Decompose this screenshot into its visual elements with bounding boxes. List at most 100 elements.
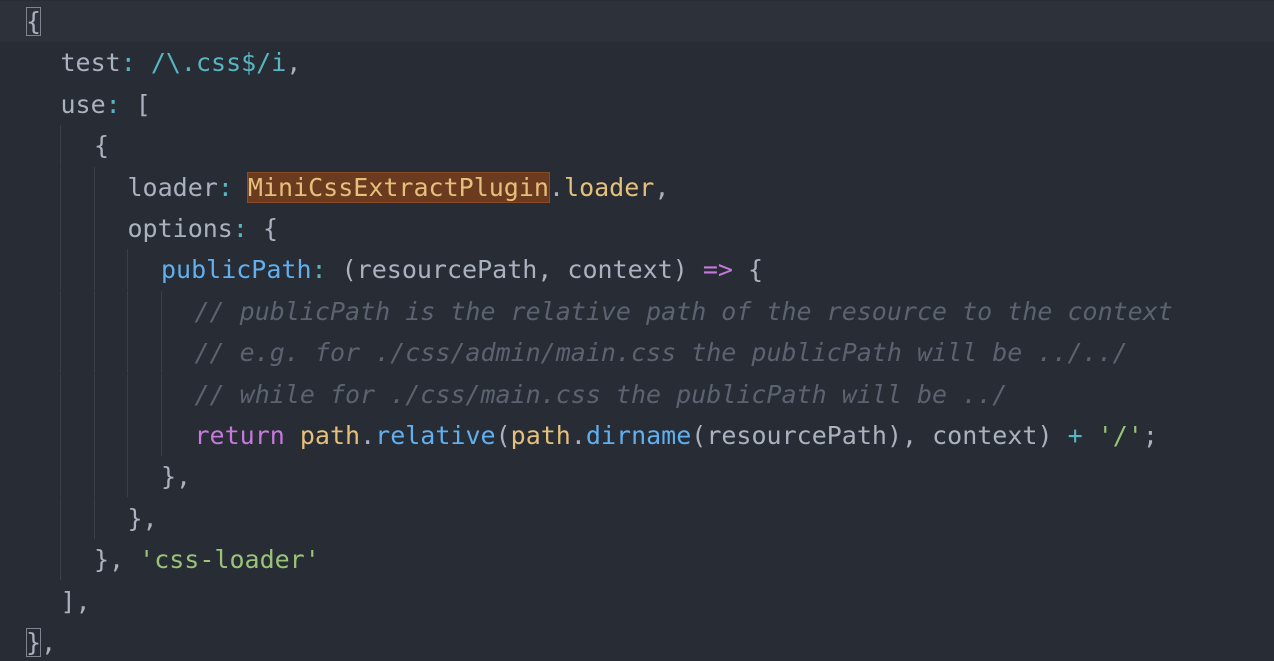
code-text: { <box>26 1 42 42</box>
indent-guide <box>127 415 128 456</box>
code-text: loader: MiniCssExtractPlugin.loader, <box>127 167 670 208</box>
code-token: dirname <box>585 421 692 450</box>
code-line[interactable]: use: [ <box>0 84 1274 125</box>
indent-guide <box>60 208 61 249</box>
indent-guide <box>93 166 95 208</box>
indent-guide <box>60 290 61 332</box>
indent-guide <box>60 415 61 456</box>
code-token: (resourcePath), context) <box>691 421 1068 450</box>
code-line[interactable]: options: { <box>0 208 1274 249</box>
indent-guide <box>93 456 95 498</box>
code-token: { <box>94 131 110 161</box>
code-text: // while for ./css/main.css the publicPa… <box>195 374 1008 415</box>
code-token: use <box>60 89 106 119</box>
code-line[interactable]: loader: MiniCssExtractPlugin.loader, <box>0 166 1274 208</box>
code-token: { <box>732 255 764 285</box>
code-token: , <box>286 48 302 78</box>
code-text: // publicPath is the relative path of th… <box>195 291 1173 332</box>
indent-guide <box>93 373 95 415</box>
code-token: , <box>654 172 670 202</box>
code-token: ; <box>1142 421 1158 450</box>
code-token: /\.css$/i <box>150 48 287 78</box>
code-token: loader <box>127 172 218 202</box>
indent-guide <box>93 208 95 249</box>
indent-guide <box>93 290 95 332</box>
code-text: }, <box>26 622 56 661</box>
code-token: relative <box>375 421 496 450</box>
code-token: => <box>702 255 733 285</box>
code-token: ( <box>495 421 511 450</box>
code-token: : <box>217 172 248 202</box>
code-token: path <box>299 421 361 450</box>
code-line[interactable]: // while for ./css/main.css the publicPa… <box>0 373 1274 415</box>
code-text: return path.relative(path.dirname(resour… <box>195 415 1158 456</box>
code-line[interactable]: return path.relative(path.dirname(resour… <box>0 415 1274 456</box>
code-token: : <box>105 89 136 119</box>
code-token: test <box>60 48 121 78</box>
indent-guide <box>160 415 162 456</box>
highlighted-symbol: MiniCssExtractPlugin <box>246 171 550 203</box>
code-token: { <box>262 214 279 243</box>
indent-guide <box>127 332 128 374</box>
code-token: . <box>570 421 586 450</box>
code-line[interactable]: }, 'css-loader' <box>0 539 1274 581</box>
code-token: loader <box>564 172 655 202</box>
code-token: 'css-loader' <box>139 545 320 575</box>
code-token: , <box>41 628 57 657</box>
code-editor[interactable]: {test: /\.css$/i, use: [{loader: MiniCssE… <box>0 0 1274 661</box>
code-line[interactable]: // publicPath is the relative path of th… <box>0 290 1274 332</box>
code-line[interactable]: ], <box>0 581 1274 622</box>
code-text: ], <box>61 581 91 622</box>
indent-guide <box>127 373 128 415</box>
code-line[interactable]: // e.g. for ./css/admin/main.css the pub… <box>0 332 1274 374</box>
code-token: : <box>120 48 151 78</box>
code-token: . <box>360 421 376 450</box>
indent-guide <box>60 497 61 539</box>
code-line[interactable]: publicPath: (resourcePath, context) => { <box>0 249 1274 291</box>
indent-guide <box>93 497 95 539</box>
code-token: '/' <box>1097 421 1143 450</box>
code-token: . <box>548 172 565 202</box>
code-token: // publicPath is the relative path of th… <box>194 296 1173 326</box>
code-line[interactable]: test: /\.css$/i, <box>0 42 1274 83</box>
indent-guide <box>127 290 128 332</box>
code-text: test: /\.css$/i, <box>61 42 302 83</box>
code-line[interactable]: }, <box>0 456 1274 498</box>
code-line[interactable]: { <box>0 125 1274 167</box>
code-text: }, 'css-loader' <box>94 539 320 580</box>
matched-bracket: { <box>26 7 42 36</box>
indent-guide <box>127 249 128 291</box>
code-text: publicPath: (resourcePath, context) => { <box>161 249 763 290</box>
indent-guide <box>60 125 61 167</box>
code-token: + <box>1067 421 1083 450</box>
code-token: publicPath <box>161 255 312 285</box>
code-token: path <box>510 421 571 450</box>
code-token: return <box>194 421 285 450</box>
code-token: : <box>311 255 342 285</box>
indent-guide <box>60 166 61 208</box>
indent-guide <box>60 539 61 581</box>
code-text: }, <box>161 456 191 497</box>
indent-guide <box>60 373 61 415</box>
indent-guide <box>93 332 95 374</box>
indent-guide <box>160 373 162 415</box>
indent-guide <box>160 290 162 332</box>
indent-guide <box>60 332 61 374</box>
code-text: use: [ <box>61 84 151 125</box>
indent-guide <box>60 456 61 498</box>
code-text: { <box>94 125 109 166</box>
code-line[interactable]: { <box>0 1 1274 42</box>
code-token: : <box>232 214 263 243</box>
code-text: }, <box>128 498 158 539</box>
code-token: }, <box>161 462 192 492</box>
indent-guide <box>60 249 61 291</box>
code-text: options: { <box>128 208 279 249</box>
indent-guide <box>93 249 95 291</box>
code-text: // e.g. for ./css/admin/main.css the pub… <box>195 332 1128 373</box>
indent-guide <box>93 415 95 456</box>
code-line[interactable]: }, <box>0 497 1274 539</box>
code-token: (resourcePath, context) <box>341 255 703 285</box>
code-line[interactable]: }, <box>0 622 1274 661</box>
code-token: // e.g. for ./css/admin/main.css the pub… <box>194 338 1128 368</box>
